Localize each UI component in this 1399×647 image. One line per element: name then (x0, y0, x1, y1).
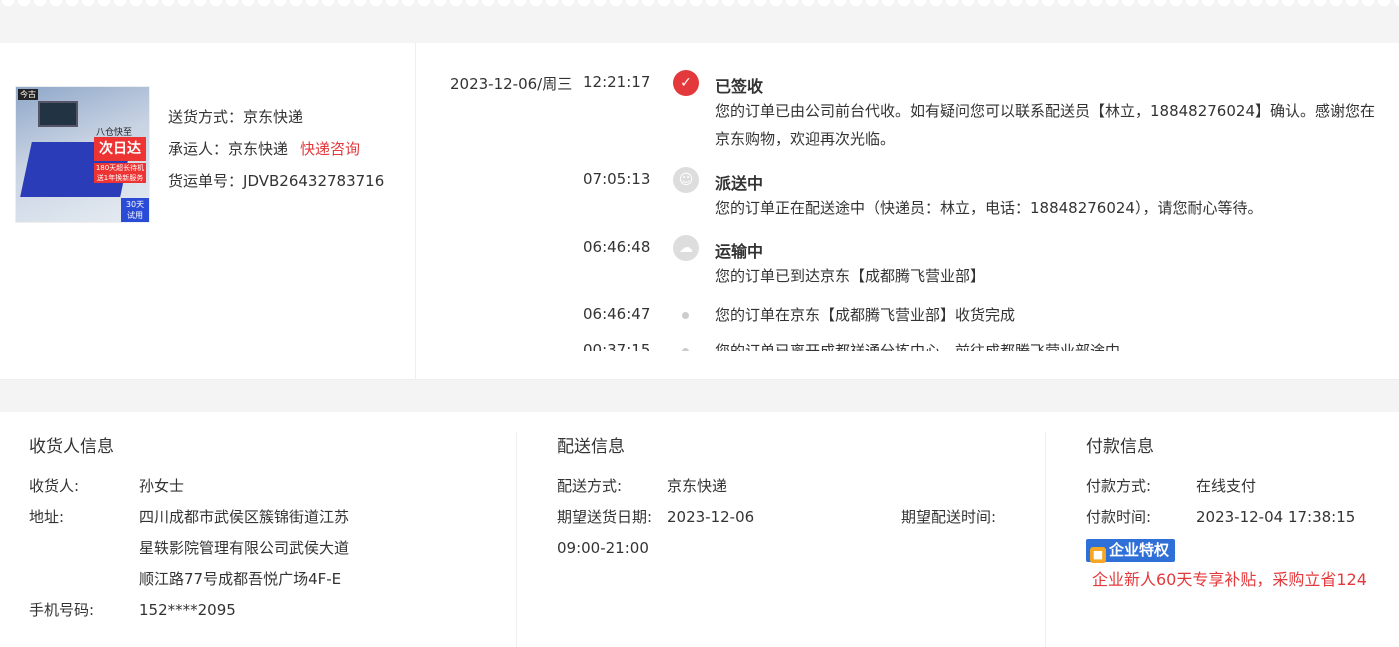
payment-time-label: 付款时间: (1086, 508, 1152, 526)
enterprise-badge[interactable]: ■ 企业特权 (1086, 539, 1176, 563)
shipment-method-row: 送货方式：京东快递 (168, 101, 384, 133)
delivery-title: 配送信息 (557, 437, 625, 457)
top-band (0, 0, 1399, 43)
shipment-info: 送货方式：京东快递 承运人：京东快递 快递咨询 货运单号：JDVB26432783… (168, 101, 384, 197)
timeline-title: 派送中 (715, 174, 764, 193)
transport-icon: ☁ (673, 235, 699, 261)
delivery-time-value: 09:00-21:00 (557, 539, 649, 557)
check-icon: ✓ (673, 70, 699, 96)
product-sub-line-2: 送1年换新服务 (96, 174, 144, 182)
timeline-time: 07:05:13 (583, 170, 651, 188)
receiver-address-row: 地址: 四川成都市武侯区簇锦街道江苏 星轶影院管理有限公司武侯大道 顺江路77号成都吾… (29, 502, 349, 595)
timeline-time: 12:21:17 (583, 73, 651, 91)
shipment-tracking-row: 货运单号：JDVB26432783716 (168, 165, 384, 197)
delivery-method-value: 京东快递 (667, 477, 728, 495)
delivery-date-label: 期望送货日期: (557, 508, 653, 526)
payment-time-row: 付款时间: 2023-12-04 17:38:15 (1086, 502, 1399, 533)
timeline-title: 运输中 (715, 242, 764, 261)
delivery-method-label: 配送方式: (557, 477, 623, 495)
shipment-tracking-value: JDVB26432783716 (243, 172, 385, 190)
timeline-item: 00:37:15 您的订单已离开成都祥通分拣中心，前往成都腾飞营业部途中 (416, 341, 1399, 351)
section-gap (0, 380, 1399, 412)
shipment-carrier-label: 承运人： (168, 140, 229, 158)
timeline-time: 00:37:15 (583, 341, 651, 351)
payment-method-value: 在线支付 (1196, 477, 1257, 495)
timeline-date: 2023-12-06/周三 (450, 75, 573, 93)
delivery-time-label: 期望配送时间: (901, 508, 997, 526)
timeline-dot (682, 348, 689, 351)
receiver-name-row: 收货人: 孙女士 (29, 471, 349, 502)
timeline-item: 07:05:13 ☺ 派送中 您的订单正在配送途中（快递员：林立，电话：1884… (416, 167, 1399, 220)
timeline-desc: 您的订单在京东【成都腾飞营业部】收货完成 (715, 306, 1016, 324)
receiver-name-value: 孙女士 (139, 477, 185, 495)
payment-info: 付款信息 付款方式: 在线支付 付款时间: 2023-12-04 17:38:15 … (1086, 432, 1399, 590)
delivery-method-row: 配送方式: 京东快递 (557, 471, 1017, 502)
product-image[interactable]: 今古 八仓快至 次日达 180天超长待机 送1年换新服务 30天 试用 (15, 86, 150, 223)
gift-icon: ■ (1090, 547, 1106, 563)
timeline-item: 06:46:48 ☁ 运输中 您的订单已到达京东【成都腾飞营业部】 (416, 235, 1399, 288)
timeline-item: 06:46:47 您的订单在京东【成都腾飞营业部】收货完成 (416, 305, 1399, 335)
timeline-dot (682, 312, 689, 319)
timeline-scroll[interactable]: 2023-12-06/周三 12:21:17 ✓ 已签收 您的订单已由公司前台代… (416, 43, 1399, 351)
timeline-desc: 您的订单已到达京东【成都腾飞营业部】 (715, 267, 986, 285)
column-divider (516, 432, 517, 647)
receiver-name-label: 收货人: (29, 477, 80, 495)
payment-time-value: 2023-12-04 17:38:15 (1196, 508, 1356, 526)
product-sub-text: 180天超长待机 送1年换新服务 (94, 163, 146, 183)
product-logo: 今古 (18, 89, 38, 100)
delivery-date-value: 2023-12-06 (667, 508, 755, 526)
receiver-phone-value: 152****2095 (139, 601, 236, 619)
timeline-desc: 您的订单已由公司前台代收。如有疑问您可以联系配送员【林立，18848276024… (715, 102, 1375, 148)
product-scale-screen (38, 101, 78, 127)
address-line: 星轶影院管理有限公司武侯大道 (139, 539, 350, 557)
express-query-link[interactable]: 快递咨询 (300, 140, 360, 158)
receiver-phone-label: 手机号码: (29, 601, 95, 619)
timeline-item: 2023-12-06/周三 12:21:17 ✓ 已签收 您的订单已由公司前台代… (416, 70, 1399, 153)
product-sub-line-1: 180天超长待机 (95, 164, 145, 172)
payment-method-row: 付款方式: 在线支付 (1086, 471, 1399, 502)
delivery-date-row: 期望送货日期: 2023-12-06 期望配送时间: (557, 502, 1017, 533)
tracking-panel: 今古 八仓快至 次日达 180天超长待机 送1年换新服务 30天 试用 送货方式… (0, 43, 1399, 380)
timeline-desc: 您的订单已离开成都祥通分拣中心，前往成都腾飞营业部途中 (715, 342, 1121, 351)
product-corner-badge: 30天 试用 (121, 198, 149, 222)
shipment-method-value: 京东快递 (243, 108, 304, 126)
receiver-address-label: 地址: (29, 508, 65, 526)
timeline-time: 06:46:48 (583, 238, 651, 256)
zigzag-edge (0, 0, 1399, 10)
shipment-carrier-value: 京东快递 (228, 140, 289, 158)
receiver-title: 收货人信息 (29, 437, 114, 457)
receiver-address-value: 四川成都市武侯区簇锦街道江苏 星轶影院管理有限公司武侯大道 顺江路77号成都吾悦广场… (139, 502, 349, 595)
shipment-carrier-row: 承运人：京东快递 快递咨询 (168, 133, 384, 165)
timeline-desc: 您的订单正在配送途中（快递员：林立，电话：18848276024），请您耐心等待… (715, 199, 1263, 217)
address-line: 顺江路77号成都吾悦广场4F-E (139, 570, 342, 588)
timeline-time: 06:46:47 (583, 305, 651, 323)
shipment-tracking-label: 货运单号： (168, 172, 244, 190)
product-badge: 次日达 (94, 137, 146, 161)
receiver-phone-row: 手机号码: 152****2095 (29, 595, 349, 626)
timeline-title: 已签收 (715, 77, 764, 96)
address-line: 四川成都市武侯区簇锦街道江苏 (139, 508, 350, 526)
courier-icon: ☺ (673, 167, 699, 193)
column-divider (1045, 432, 1046, 647)
payment-title: 付款信息 (1086, 437, 1154, 457)
payment-method-label: 付款方式: (1086, 477, 1152, 495)
receiver-info: 收货人信息 收货人: 孙女士 地址: 四川成都市武侯区簇锦街道江苏 星轶影院管理有限公… (29, 432, 349, 626)
enterprise-badge-label: 企业特权 (1109, 541, 1170, 559)
shipment-method-label: 送货方式： (168, 108, 244, 126)
delivery-time-row: 09:00-21:00 (557, 533, 1017, 564)
enterprise-promo[interactable]: 企业新人60天专享补贴，采购立省124 (1092, 566, 1399, 590)
delivery-info: 配送信息 配送方式: 京东快递 期望送货日期: 2023-12-06 期望配送时间:… (557, 432, 1017, 564)
